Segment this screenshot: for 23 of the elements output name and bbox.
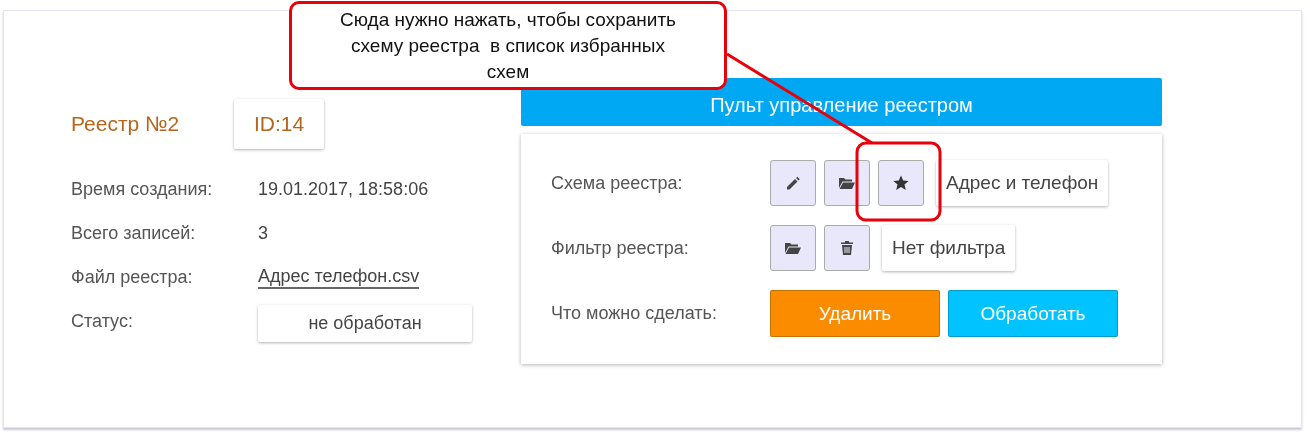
row-label: Что можно сделать:	[551, 303, 718, 324]
field-label: Время создания:	[71, 178, 214, 200]
field-value: 3	[258, 222, 268, 244]
icon-button[interactable]	[770, 225, 816, 271]
field-label: Статус:	[71, 310, 134, 332]
pencil-icon	[784, 174, 802, 192]
trash-icon	[838, 239, 856, 257]
value-button[interactable]: Адрес и телефон	[936, 160, 1109, 206]
file-link[interactable]: Адрес телефон.csv	[258, 265, 420, 289]
callout-note: Сюда нужно нажать, чтобы сохранить схему реестра в список избранных схем	[289, 1, 727, 90]
registry-title: Реестр №2	[71, 112, 181, 136]
field-value: 19.01.2017, 18:58:06	[258, 178, 429, 200]
icon-button[interactable]	[878, 160, 924, 206]
value-button[interactable]: Нет фильтра	[882, 225, 1016, 271]
field-label: Всего записей:	[71, 222, 197, 244]
id-badge: ID:14	[234, 99, 325, 149]
star-icon	[892, 174, 910, 192]
icon-button[interactable]	[824, 225, 870, 271]
field-label: Файл реестра:	[71, 266, 194, 288]
status-badge: не обработан	[258, 304, 472, 342]
icon-button[interactable]	[824, 160, 870, 206]
row-label: Фильтр реестра:	[551, 237, 690, 259]
row-label: Схема реестра:	[551, 172, 684, 194]
